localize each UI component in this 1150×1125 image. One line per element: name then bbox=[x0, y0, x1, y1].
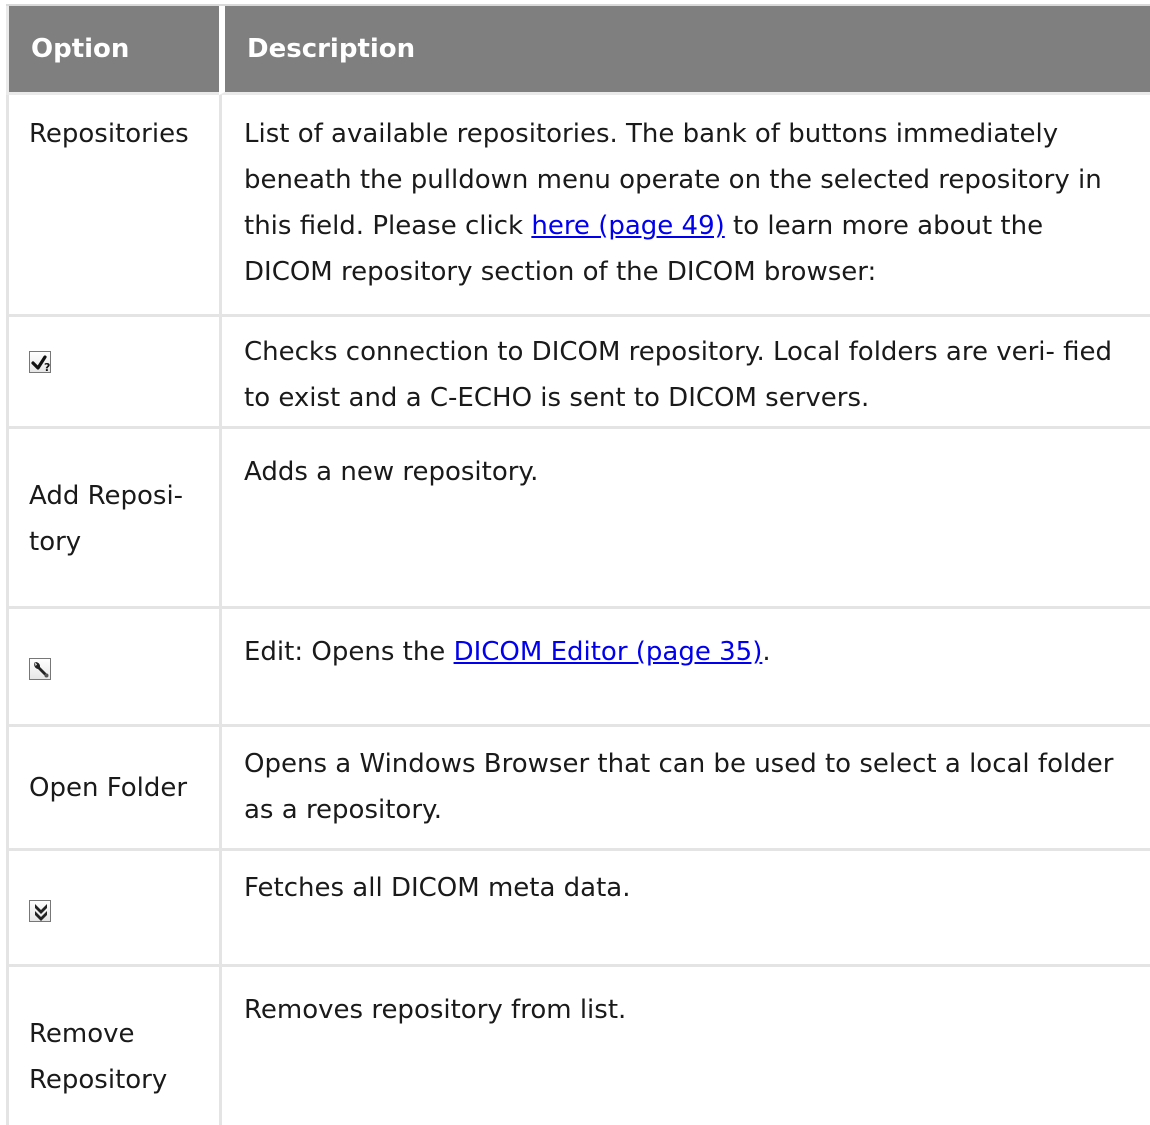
header-description: Description bbox=[219, 6, 1150, 95]
description-text-tail: . bbox=[762, 637, 771, 667]
table-header: Option Description bbox=[6, 6, 1150, 95]
option-open-folder: Open Folder bbox=[29, 773, 188, 803]
option-cell: Repositories bbox=[6, 95, 219, 317]
option-add-repository-line1: Add Reposi- bbox=[29, 481, 184, 511]
option-cell bbox=[6, 609, 219, 727]
option-repositories: Repositories bbox=[29, 119, 189, 149]
table-row: Fetches all DICOM meta data. bbox=[6, 851, 1150, 967]
description-cell: Removes repository from list. bbox=[219, 967, 1150, 1125]
document-page: Option Description Repositories List of … bbox=[0, 0, 1150, 1125]
description-text: Adds a new repository. bbox=[244, 457, 539, 487]
description-text: Edit: Opens the bbox=[244, 637, 454, 667]
option-remove-repository-line2: Repository bbox=[29, 1065, 168, 1095]
option-cell: Add Reposi- tory bbox=[6, 429, 219, 609]
description-cell: Checks connection to DICOM repository. L… bbox=[219, 317, 1150, 429]
table-body: Repositories List of available repositor… bbox=[6, 95, 1150, 1125]
description-cell: Opens a Windows Browser that can be used… bbox=[219, 727, 1150, 851]
options-table: Option Description Repositories List of … bbox=[6, 6, 1150, 1125]
description-cell: Fetches all DICOM meta data. bbox=[219, 851, 1150, 967]
wrench-icon[interactable] bbox=[29, 657, 51, 680]
table-row: Open Folder Opens a Windows Browser that… bbox=[6, 727, 1150, 851]
table-row: ? Checks connection to DICOM repository.… bbox=[6, 317, 1150, 429]
option-cell: Open Folder bbox=[6, 727, 219, 851]
option-add-repository-line2: tory bbox=[29, 527, 82, 557]
option-cell bbox=[6, 851, 219, 967]
check-question-icon[interactable]: ? bbox=[29, 351, 51, 374]
table-row: Edit: Opens the DICOM Editor (page 35). bbox=[6, 609, 1150, 727]
header-option: Option bbox=[6, 6, 219, 95]
table-row: Repositories List of available repositor… bbox=[6, 95, 1150, 317]
option-cell: ? bbox=[6, 317, 219, 429]
link-dicom-editor-page-35[interactable]: DICOM Editor (page 35) bbox=[454, 637, 763, 667]
description-text: Opens a Windows Browser that can be used… bbox=[244, 749, 1114, 825]
description-cell: Adds a new repository. bbox=[219, 429, 1150, 609]
table-row: Remove Repository Removes repository fro… bbox=[6, 967, 1150, 1125]
description-cell: Edit: Opens the DICOM Editor (page 35). bbox=[219, 609, 1150, 727]
svg-text:?: ? bbox=[44, 361, 50, 374]
description-text: Fetches all DICOM meta data. bbox=[244, 873, 631, 903]
header-row: Option Description bbox=[6, 6, 1150, 95]
description-cell: List of available repositories. The bank… bbox=[219, 95, 1150, 317]
description-text: Checks connection to DICOM repository. L… bbox=[244, 337, 1113, 413]
description-text: Removes repository from list. bbox=[244, 995, 627, 1025]
link-here-page-49[interactable]: here (page 49) bbox=[531, 211, 724, 241]
option-remove-repository-line1: Remove bbox=[29, 1019, 135, 1049]
double-down-arrow-icon[interactable] bbox=[29, 899, 51, 922]
table-row: Add Reposi- tory Adds a new repository. bbox=[6, 429, 1150, 609]
option-cell: Remove Repository bbox=[6, 967, 219, 1125]
